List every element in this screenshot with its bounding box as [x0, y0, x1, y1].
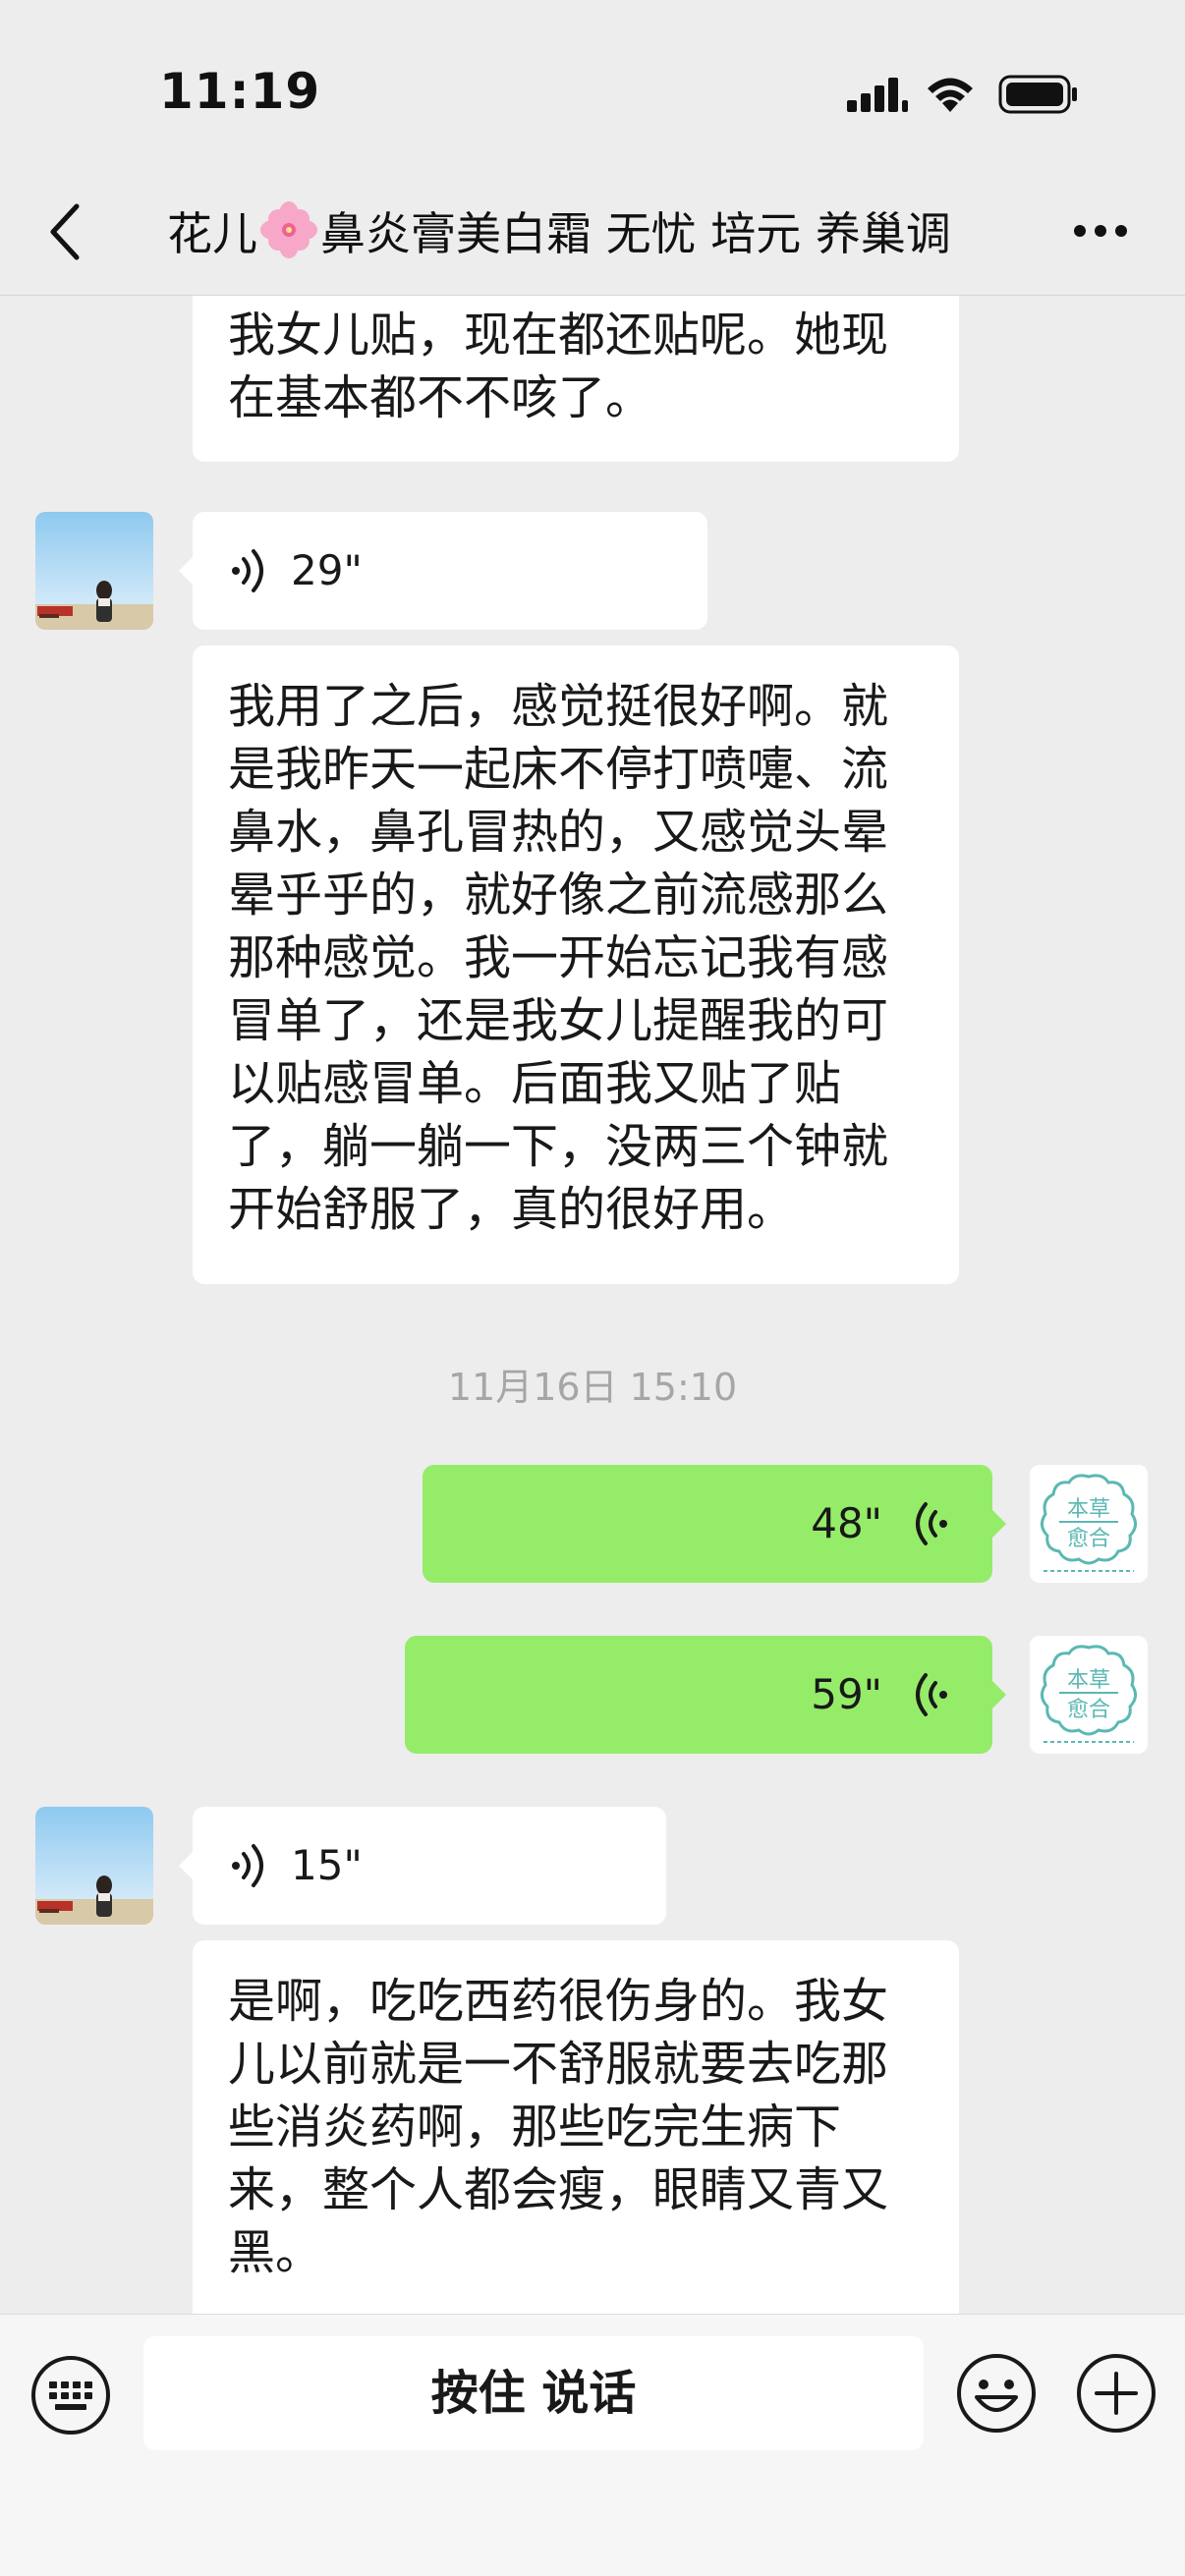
cellular-signal-icon — [847, 78, 908, 112]
keyboard-icon[interactable] — [29, 2354, 112, 2436]
avatar[interactable] — [35, 512, 153, 630]
voice-message-bubble-self[interactable]: 48" — [423, 1465, 1006, 1583]
chat-title-part-2: 鼻炎膏美白霜 无忧 培元 养巢调 — [320, 207, 951, 260]
store-avatar[interactable]: 本草 愈合 — [1030, 1636, 1148, 1754]
more-options-icon[interactable] — [1073, 224, 1128, 238]
emoji-icon[interactable] — [955, 2352, 1038, 2435]
avatar-image — [35, 1807, 153, 1925]
message-bubble-text[interactable]: 我用了之后，感觉挺很好啊。就 是我昨天一起床不停打喷嚏、流 鼻水，鼻孔冒热的，又… — [193, 645, 959, 1284]
flower-icon — [260, 201, 317, 258]
message-text: 我用了之后，感觉挺很好啊。就 是我昨天一起床不停打喷嚏、流 鼻水，鼻孔冒热的，又… — [228, 679, 889, 1237]
bubble-tail — [990, 1508, 1006, 1540]
avatar[interactable] — [35, 1807, 153, 1925]
voice-message-bubble[interactable]: 15" — [179, 1807, 666, 1925]
store-logo: 本草 愈合 — [1030, 1465, 1148, 1583]
svg-text:愈合: 愈合 — [1067, 1698, 1110, 1722]
message-bubble-text[interactable]: 我女儿贴，现在都还贴呢。她现 在基本都不不咳了。 — [193, 296, 959, 462]
plus-icon[interactable] — [1075, 2352, 1157, 2435]
chat-title-part-1: 花儿 — [167, 207, 257, 260]
chat-screen: 11:19 花儿 鼻炎膏美白霜 无忧 培元 养巢调 我女儿贴，现在都还贴呢。她现… — [0, 0, 1185, 2576]
message-timestamp: 11月16日 15:10 — [447, 1366, 738, 1409]
store-logo: 本草 愈合 — [1030, 1636, 1148, 1754]
message-bubble-text[interactable]: 是啊，吃吃西药很伤身的。我女 儿以前就是一不舒服就要去吃那 些消炎药啊，那些吃完… — [193, 1940, 959, 2314]
voice-duration: 48" — [811, 1499, 882, 1547]
message-list[interactable]: 我女儿贴，现在都还贴呢。她现 在基本都不不咳了。 29" 我用了之后，感觉挺很好… — [0, 296, 1185, 2314]
voice-wave-icon — [232, 549, 263, 592]
input-bar: 按住 说话 — [0, 2314, 1185, 2576]
back-icon[interactable] — [43, 200, 86, 263]
hold-to-talk-button[interactable]: 按住 说话 — [143, 2336, 924, 2450]
status-time: 11:19 — [159, 63, 321, 120]
store-avatar[interactable]: 本草 愈合 — [1030, 1465, 1148, 1583]
battery-icon — [998, 75, 1077, 114]
bubble-tail — [179, 1850, 195, 1881]
voice-duration: 59" — [811, 1670, 882, 1718]
status-bar: 11:19 — [0, 0, 1185, 187]
avatar-image — [35, 512, 153, 630]
voice-wave-icon — [916, 1673, 947, 1716]
svg-text:本草: 本草 — [1067, 1668, 1110, 1693]
voice-wave-icon — [916, 1502, 947, 1545]
voice-duration: 15" — [291, 1841, 363, 1889]
bubble-tail — [990, 1679, 1006, 1710]
wifi-icon — [928, 78, 973, 112]
svg-text:愈合: 愈合 — [1067, 1527, 1110, 1551]
chat-title: 花儿 鼻炎膏美白霜 无忧 培元 养巢调 — [167, 200, 1012, 263]
message-text: 是啊，吃吃西药很伤身的。我女 儿以前就是一不舒服就要去吃那 些消炎药啊，那些吃完… — [228, 1974, 889, 2280]
voice-message-bubble[interactable]: 29" — [179, 512, 707, 630]
voice-message-bubble-self[interactable]: 59" — [405, 1636, 1006, 1754]
message-text: 我女儿贴，现在都还贴呢。她现 在基本都不不咳了。 — [228, 308, 889, 425]
voice-duration: 29" — [291, 546, 363, 594]
voice-wave-icon — [232, 1844, 263, 1887]
bubble-tail — [179, 555, 195, 587]
svg-text:本草: 本草 — [1067, 1497, 1110, 1522]
